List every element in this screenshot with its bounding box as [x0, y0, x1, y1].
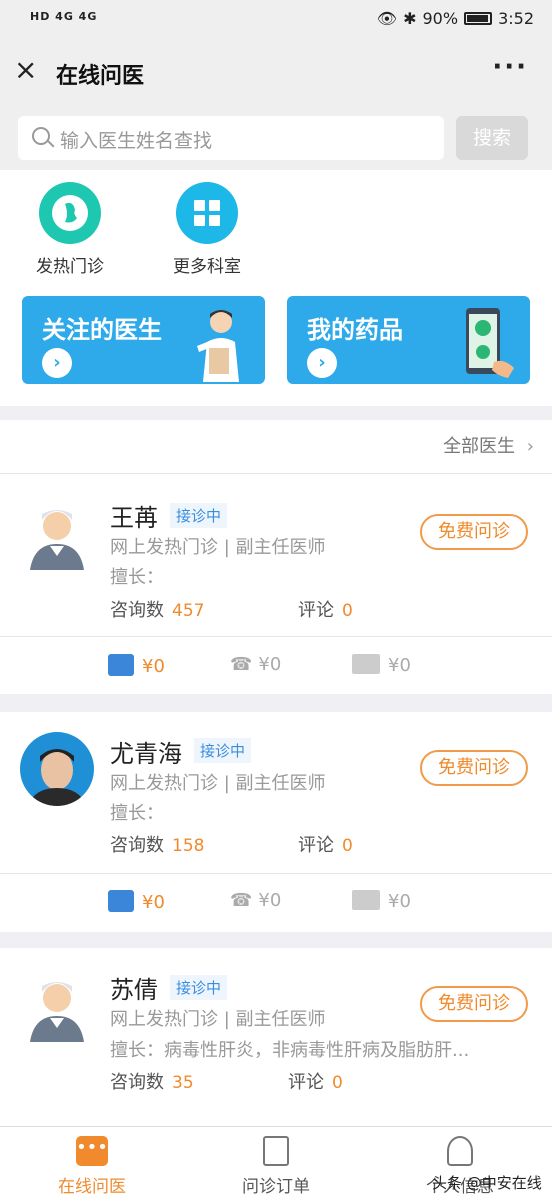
- doctor-illustration-icon: [197, 310, 239, 382]
- review-value: 0: [332, 1073, 343, 1093]
- price-value: ¥0: [258, 654, 282, 675]
- status-badge: 接诊中: [194, 738, 252, 763]
- search-bar: 输入医生姓名查找 搜索: [0, 106, 552, 170]
- avatar: [20, 496, 94, 570]
- followed-doctors-banner[interactable]: 关注的医生 ›: [22, 296, 265, 384]
- consult-count: 咨询数 158: [110, 831, 204, 857]
- all-doctors-link[interactable]: 全部医生 ›: [443, 432, 534, 458]
- free-consult-button[interactable]: 免费问诊: [420, 750, 528, 786]
- eye-icon: 👁: [376, 9, 398, 28]
- price-value: ¥0: [142, 656, 165, 677]
- my-medicine-banner[interactable]: 我的药品 ›: [287, 296, 530, 384]
- tab-label: 问诊订单: [242, 1177, 310, 1197]
- consult-label: 咨询数: [110, 835, 164, 856]
- consult-label: 咨询数: [110, 1072, 164, 1093]
- tab-orders[interactable]: 问诊订单: [216, 1136, 336, 1197]
- phone-consult-price[interactable]: ☎ ¥0: [230, 890, 281, 911]
- image-chat-icon: [108, 890, 134, 912]
- quick-entry-label: 更多科室: [173, 257, 241, 277]
- price-value: ¥0: [388, 655, 411, 676]
- document-icon: [263, 1136, 289, 1166]
- battery-icon: [464, 12, 493, 25]
- image-consult-price[interactable]: ¥0: [108, 654, 165, 677]
- doctor-name: 苏倩: [110, 976, 158, 1004]
- consult-value: 35: [172, 1073, 194, 1093]
- search-icon: [32, 127, 50, 145]
- consult-count: 咨询数 457: [110, 596, 204, 622]
- search-button[interactable]: 搜索: [456, 116, 528, 160]
- divider: [0, 873, 552, 874]
- review-label: 评论: [298, 600, 334, 621]
- review-value: 0: [342, 836, 353, 856]
- all-doctors-label: 全部医生: [443, 436, 516, 457]
- doctor-specialty: 擅长：: [110, 803, 164, 824]
- quick-entry-fever-clinic[interactable]: 发热门诊: [20, 182, 120, 277]
- clock: 3:52: [498, 9, 534, 28]
- tab-label: 在线问医: [58, 1177, 126, 1197]
- consult-label: 咨询数: [110, 600, 164, 621]
- chat-icon: •••: [76, 1136, 108, 1166]
- consult-count: 咨询数 35: [110, 1068, 194, 1094]
- banner-title: 关注的医生: [42, 316, 162, 344]
- price-value: ¥0: [258, 890, 282, 911]
- close-icon[interactable]: ×: [14, 56, 42, 84]
- status-badge: 接诊中: [170, 503, 228, 528]
- video-icon: [352, 654, 380, 674]
- review-label: 评论: [288, 1072, 324, 1093]
- image-consult-price[interactable]: ¥0: [108, 890, 165, 913]
- status-right: 👁 ✱ 90% 3:52: [377, 9, 534, 28]
- chevron-right-icon: ›: [526, 436, 534, 457]
- consult-value: 457: [172, 601, 205, 621]
- consult-value: 158: [172, 836, 205, 856]
- video-consult-price[interactable]: ¥0: [352, 890, 411, 912]
- tab-online-consult[interactable]: ••• 在线问医: [32, 1136, 152, 1197]
- video-consult-price[interactable]: ¥0: [352, 654, 411, 676]
- avatar: [20, 968, 94, 1042]
- status-badge: 接诊中: [170, 975, 228, 1000]
- doctor-specialty: 擅长：病毒性肝炎，非病毒性肝病及脂肪肝...: [110, 1040, 470, 1061]
- grid-icon: [176, 182, 238, 244]
- image-chat-icon: [108, 654, 134, 676]
- chevron-right-icon: ›: [307, 348, 337, 378]
- doctor-icon: [447, 1136, 473, 1166]
- watermark: 头条 @中安在线: [432, 1174, 542, 1192]
- review-label: 评论: [298, 835, 334, 856]
- battery-percent: 90%: [422, 9, 459, 28]
- review-count: 评论 0: [298, 596, 353, 622]
- fever-clinic-icon: [39, 182, 101, 244]
- bluetooth-icon: ✱: [403, 9, 417, 28]
- banner-title: 我的药品: [307, 316, 403, 344]
- doctor-name: 尤青海: [110, 740, 182, 768]
- price-value: ¥0: [142, 892, 165, 913]
- price-value: ¥0: [388, 891, 411, 912]
- title-bar: × 在线问医 ···: [0, 40, 552, 106]
- review-value: 0: [342, 601, 353, 621]
- free-consult-button[interactable]: 免费问诊: [420, 514, 528, 550]
- divider: [0, 636, 552, 637]
- doctor-specialty: 擅长：: [110, 567, 164, 588]
- signal-indicators: HD 4G 4G: [30, 10, 98, 23]
- doctor-department: 网上发热门诊 | 副主任医师: [110, 773, 326, 794]
- page-title: 在线问医: [56, 64, 145, 89]
- quick-entry-label: 发热门诊: [36, 257, 104, 277]
- phone-icon: ☎: [230, 890, 253, 911]
- phone-medicine-icon: [466, 308, 514, 378]
- review-count: 评论 0: [298, 831, 353, 857]
- video-icon: [352, 890, 380, 910]
- review-count: 评论 0: [288, 1068, 343, 1094]
- doctor-department: 网上发热门诊 | 副主任医师: [110, 1009, 326, 1030]
- doctor-department: 网上发热门诊 | 副主任医师: [110, 537, 326, 558]
- quick-entry-more-departments[interactable]: 更多科室: [157, 182, 257, 277]
- status-bar: HD 4G 4G 👁 ✱ 90% 3:52: [0, 0, 552, 40]
- phone-icon: ☎: [230, 654, 253, 675]
- doctor-name: 王苒: [110, 504, 158, 532]
- avatar: [20, 732, 94, 806]
- search-input[interactable]: 输入医生姓名查找: [18, 116, 444, 160]
- chevron-right-icon: ›: [42, 348, 72, 378]
- free-consult-button[interactable]: 免费问诊: [420, 986, 528, 1022]
- more-options-icon[interactable]: ···: [492, 52, 528, 82]
- phone-consult-price[interactable]: ☎ ¥0: [230, 654, 281, 675]
- search-placeholder: 输入医生姓名查找: [60, 130, 213, 152]
